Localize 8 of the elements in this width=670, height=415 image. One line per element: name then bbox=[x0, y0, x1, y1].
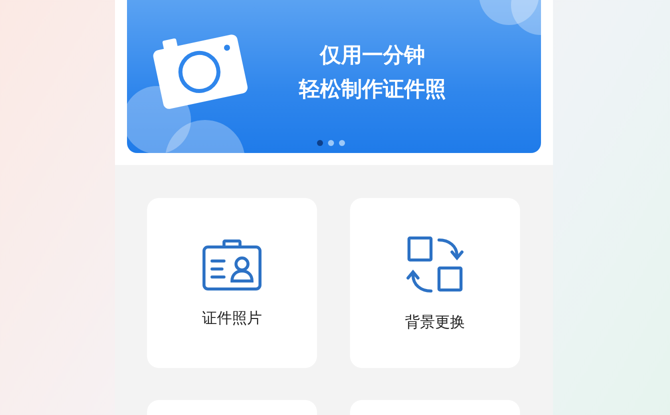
feature-label: 背景更换 bbox=[405, 312, 465, 332]
banner-text: 仅用一分钟 bbox=[320, 42, 425, 68]
feature-card[interactable]: 证件照片 bbox=[147, 198, 317, 368]
feature-card[interactable]: 背景更换 bbox=[350, 198, 520, 368]
id-card-icon bbox=[202, 238, 262, 290]
swap-icon bbox=[405, 234, 465, 294]
banner-text: 轻松制作证件照 bbox=[299, 76, 446, 102]
feature-label: 证件照片 bbox=[202, 308, 262, 328]
